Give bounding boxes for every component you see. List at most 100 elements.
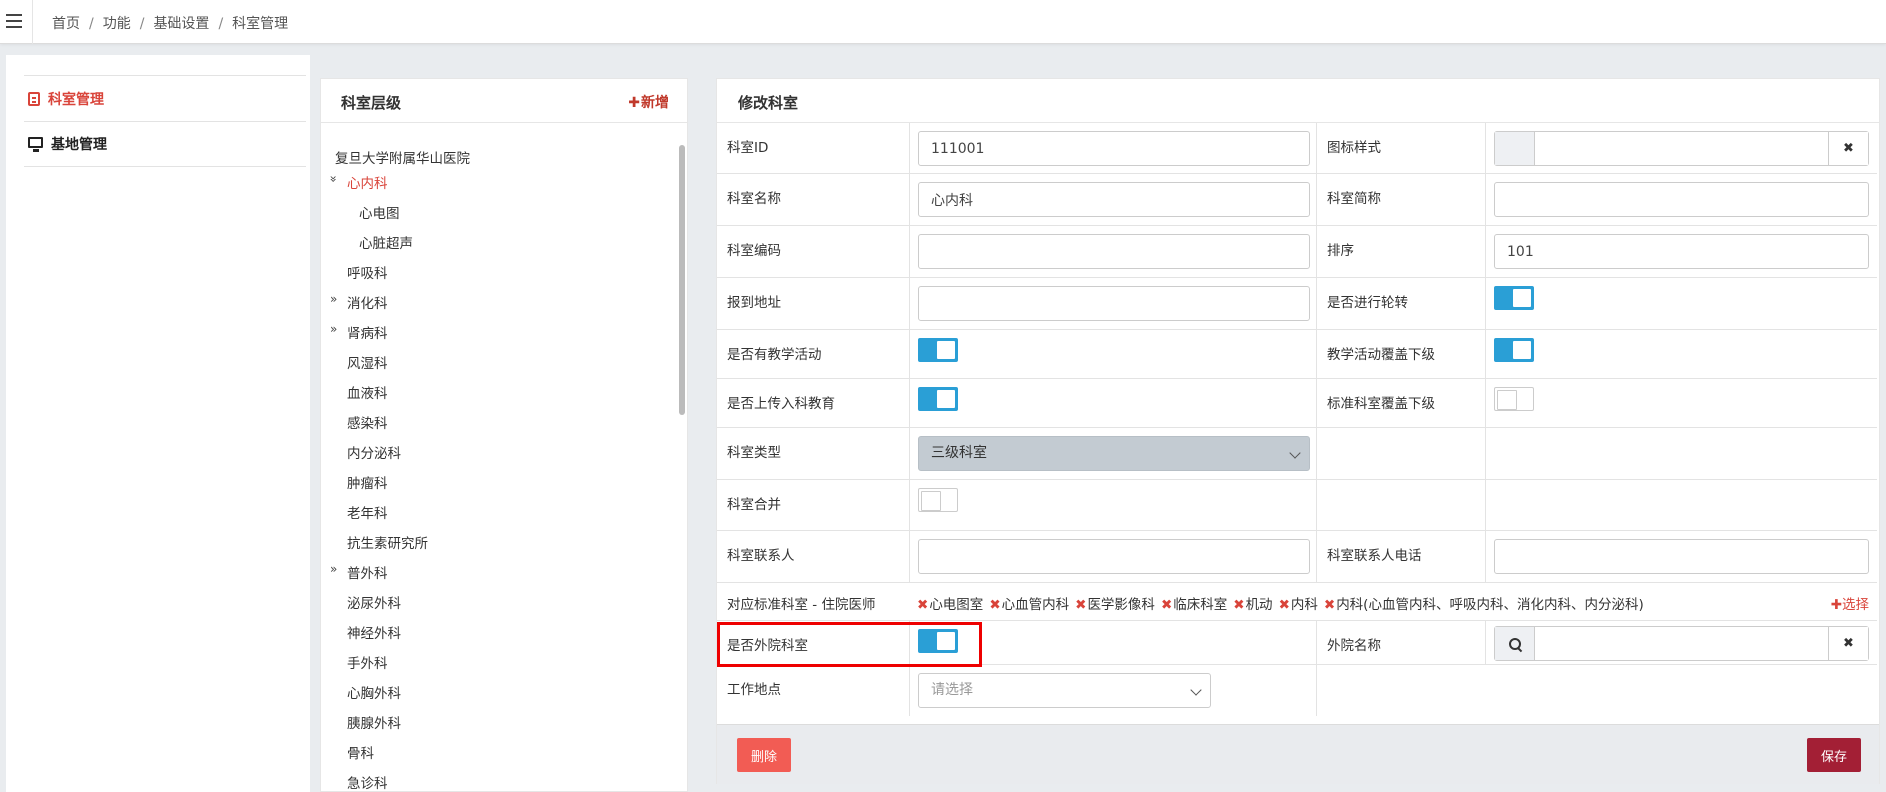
clear-icon-button[interactable]: ✖ (1828, 132, 1868, 165)
tree-node-label: 急诊科 (347, 776, 388, 792)
remove-tag-icon[interactable]: ✖ (1075, 597, 1086, 613)
dept-code-input[interactable] (918, 234, 1310, 269)
tree-node[interactable]: 抗生素研究所 (347, 532, 428, 552)
work-place-placeholder: 请选择 (931, 682, 973, 698)
tree-node[interactable]: » 肾病科 (330, 322, 388, 342)
teaching-cover-toggle[interactable] (1494, 338, 1534, 362)
form-row: 科室合并 (717, 480, 1877, 531)
remove-tag-icon[interactable]: ✖ (1233, 597, 1244, 613)
tree-node[interactable]: 急诊科 (347, 772, 388, 792)
std-dept-tag[interactable]: ✖心电图室 (917, 597, 983, 613)
plus-icon: ✚ (628, 95, 640, 111)
chevron-right-icon[interactable]: » (330, 562, 337, 576)
std-dept-tag[interactable]: ✖临床科室 (1161, 597, 1227, 613)
external-toggle[interactable] (918, 629, 958, 653)
work-place-select[interactable]: 请选择 (918, 673, 1211, 708)
delete-button[interactable]: 删除 (737, 738, 791, 772)
std-dept-label: 对应标准科室 - 住院医师 (727, 597, 876, 613)
std-cover-label: 标准科室覆盖下级 (1327, 396, 1435, 412)
rotation-toggle[interactable] (1494, 286, 1534, 310)
save-button[interactable]: 保存 (1807, 738, 1861, 772)
teaching-toggle[interactable] (918, 338, 958, 362)
external-name-label: 外院名称 (1327, 638, 1381, 654)
tree-child-node[interactable]: 心电图 (359, 202, 400, 222)
tree-node-label: 心脏超声 (359, 236, 413, 252)
std-dept-tag[interactable]: ✖心血管内科 (989, 597, 1069, 613)
contact-label: 科室联系人 (727, 548, 795, 564)
dept-tree-panel: 科室层级 ✚新增 复旦大学附属华山医院 » 心内科 心电图 心脏超声 呼吸科 » 消化科 » 肾… (320, 78, 688, 792)
search-button[interactable] (1495, 627, 1535, 660)
icon-preview (1495, 132, 1535, 165)
remove-tag-icon[interactable]: ✖ (1161, 597, 1172, 613)
tree-node[interactable]: 血液科 (347, 382, 388, 402)
merge-toggle[interactable] (918, 488, 958, 512)
remove-tag-icon[interactable]: ✖ (1279, 597, 1290, 613)
tree-node[interactable]: 风湿科 (347, 352, 388, 372)
contact-phone-input[interactable] (1494, 539, 1869, 574)
tree-child-node[interactable]: 心脏超声 (359, 232, 413, 252)
tree-node[interactable]: 手外科 (347, 652, 388, 672)
dept-name-input[interactable] (918, 182, 1310, 217)
std-dept-tag[interactable]: ✖内科 (1279, 597, 1318, 613)
tree-node-label: 血液科 (347, 386, 388, 402)
remove-tag-icon[interactable]: ✖ (989, 597, 1000, 613)
sort-input[interactable] (1494, 234, 1869, 269)
tree-node-label: 心电图 (359, 206, 400, 222)
tree-node[interactable]: » 普外科 (330, 562, 388, 582)
choose-std-dept-button[interactable]: ✚选择 (1831, 593, 1869, 613)
tag-label: 心电图室 (929, 597, 984, 613)
contact-input[interactable] (918, 539, 1310, 574)
tree-node-label: 胰腺外科 (347, 716, 401, 732)
dept-type-label: 科室类型 (727, 445, 781, 461)
tree-node[interactable]: 胰腺外科 (347, 712, 401, 732)
tree-node[interactable]: 心胸外科 (347, 682, 401, 702)
report-addr-input[interactable] (918, 286, 1310, 321)
tree-node-label: 消化科 (347, 296, 388, 312)
std-dept-tag[interactable]: ✖医学影像科 (1075, 597, 1155, 613)
tree-node[interactable]: » 消化科 (330, 292, 388, 312)
tree-node[interactable]: 肿瘤科 (347, 472, 388, 492)
tree-node[interactable]: » 心内科 (327, 172, 388, 192)
tree-node[interactable]: 老年科 (347, 502, 388, 522)
remove-tag-icon[interactable]: ✖ (917, 597, 928, 613)
remove-tag-icon[interactable]: ✖ (1324, 597, 1335, 613)
chevron-right-icon[interactable]: » (330, 322, 337, 336)
choose-label: 选择 (1842, 597, 1869, 613)
sidebar-item-base-management[interactable]: 基地管理 (24, 121, 306, 167)
icon-style-text[interactable] (1535, 132, 1828, 165)
external-name-input[interactable]: ✖ (1494, 626, 1869, 661)
upload-edu-toggle[interactable] (918, 387, 958, 411)
icon-style-input[interactable]: ✖ (1494, 131, 1869, 166)
top-bar: 首页 / 功能 / 基础设置 / 科室管理 (0, 0, 1886, 44)
clear-external-button[interactable]: ✖ (1828, 627, 1868, 660)
add-dept-button[interactable]: ✚新增 (628, 92, 669, 112)
std-dept-tag[interactable]: ✖机动 (1233, 597, 1272, 613)
monitor-icon (28, 136, 43, 152)
breadcrumb-function[interactable]: 功能 (103, 16, 131, 32)
chevron-down-icon (1190, 684, 1202, 696)
tree-node[interactable]: 神经外科 (347, 622, 401, 642)
menu-icon[interactable] (6, 14, 22, 28)
tree-node[interactable]: 泌尿外科 (347, 592, 401, 612)
chevron-down-icon[interactable]: » (327, 175, 341, 182)
std-cover-toggle[interactable] (1494, 387, 1534, 411)
close-icon: ✖ (1843, 141, 1854, 156)
tree-root[interactable]: 复旦大学附属华山医院 (335, 147, 470, 167)
tree-node-label: 老年科 (347, 506, 388, 522)
tree-node[interactable]: 感染科 (347, 412, 388, 432)
sidebar-item-dept-management[interactable]: 科室管理 (24, 75, 306, 121)
dept-id-input[interactable] (918, 131, 1310, 166)
tree-node[interactable]: 骨科 (347, 742, 374, 762)
external-name-text[interactable] (1535, 627, 1828, 660)
chevron-right-icon[interactable]: » (330, 292, 337, 306)
dept-type-select[interactable]: 三级科室 (918, 436, 1310, 471)
work-place-label: 工作地点 (727, 682, 781, 698)
tree-node[interactable]: 呼吸科 (347, 262, 388, 282)
dept-short-input[interactable] (1494, 182, 1869, 217)
std-dept-tag[interactable]: ✖内科(心血管内科、呼吸内科、消化内科、内分泌科) (1324, 597, 1644, 613)
breadcrumb-basic-settings[interactable]: 基础设置 (153, 16, 209, 32)
tree-scrollbar[interactable] (679, 145, 685, 415)
tree-node[interactable]: 内分泌科 (347, 442, 401, 462)
breadcrumb-home[interactable]: 首页 (52, 16, 80, 32)
tree-node-label: 骨科 (347, 746, 374, 762)
